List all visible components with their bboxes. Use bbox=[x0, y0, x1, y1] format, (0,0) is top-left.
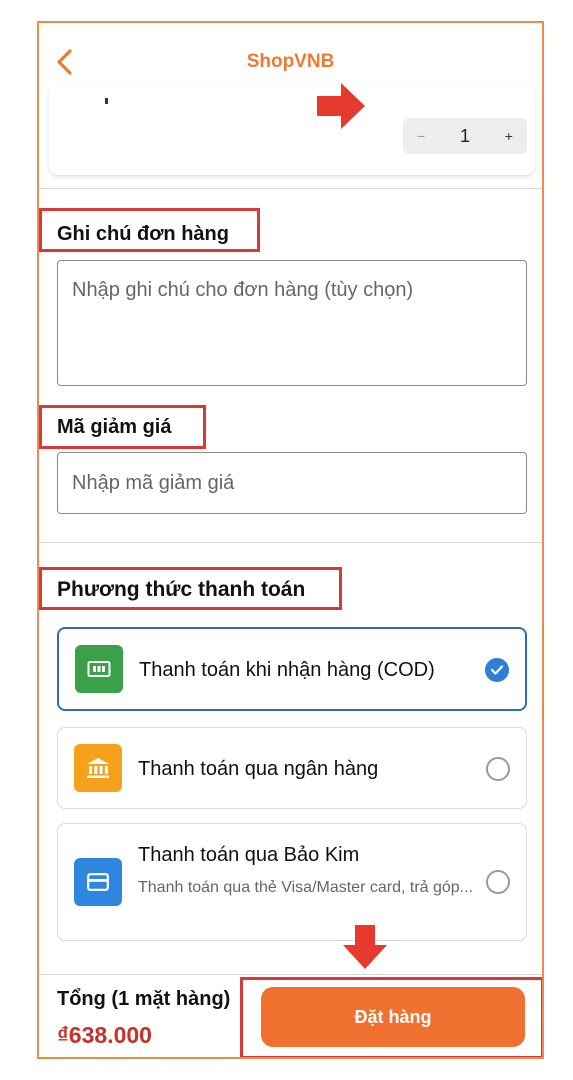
discount-label: Mã giảm giá bbox=[57, 416, 172, 438]
payment-option-description: Thanh toán qua thẻ Visa/Master card, trả… bbox=[138, 879, 474, 896]
quantity-value: 1 bbox=[459, 125, 470, 146]
decrease-quantity-button[interactable]: − bbox=[417, 128, 425, 144]
increase-quantity-button[interactable]: + bbox=[505, 128, 513, 144]
payment-option-label: Thanh toán khi nhận hàng (COD) bbox=[139, 659, 435, 681]
discount-code-input[interactable] bbox=[57, 452, 527, 514]
product-image-fragment bbox=[105, 98, 108, 104]
credit-card-icon bbox=[74, 858, 122, 906]
quantity-stepper: − 1 + bbox=[403, 118, 527, 154]
total-label: Tổng (1 mặt hàng) bbox=[57, 988, 231, 1010]
annotation-arrow-down-icon bbox=[343, 925, 387, 969]
highlight-box-order-button bbox=[240, 977, 542, 1057]
payment-option-label: Thanh toán qua Bảo Kim bbox=[138, 844, 360, 866]
total-price: ₫638.000 bbox=[57, 1022, 152, 1048]
cash-icon bbox=[75, 645, 123, 693]
order-note-label: Ghi chú đơn hàng bbox=[57, 223, 229, 245]
order-note-input[interactable] bbox=[57, 260, 527, 386]
payment-option-cod[interactable]: Thanh toán khi nhận hàng (COD) bbox=[57, 627, 527, 711]
payment-option-bank[interactable]: Thanh toán qua ngân hàng bbox=[57, 727, 527, 809]
radio-unchecked-icon[interactable] bbox=[486, 870, 510, 894]
payment-method-label: Phương thức thanh toán bbox=[57, 578, 306, 601]
radio-checked-icon[interactable] bbox=[485, 658, 509, 682]
app-frame: ShopVNB − 1 + Ghi chú đơn hàng Mã giảm g… bbox=[37, 21, 544, 1059]
section-divider bbox=[39, 542, 542, 543]
bank-icon bbox=[74, 744, 122, 792]
payment-option-baokim[interactable]: Thanh toán qua Bảo Kim Thanh toán qua th… bbox=[57, 823, 527, 941]
radio-unchecked-icon[interactable] bbox=[486, 757, 510, 781]
annotation-arrow-right-icon bbox=[317, 83, 365, 129]
page-title: ShopVNB bbox=[246, 51, 335, 72]
payment-option-label: Thanh toán qua ngân hàng bbox=[138, 758, 379, 780]
section-divider bbox=[39, 188, 542, 189]
